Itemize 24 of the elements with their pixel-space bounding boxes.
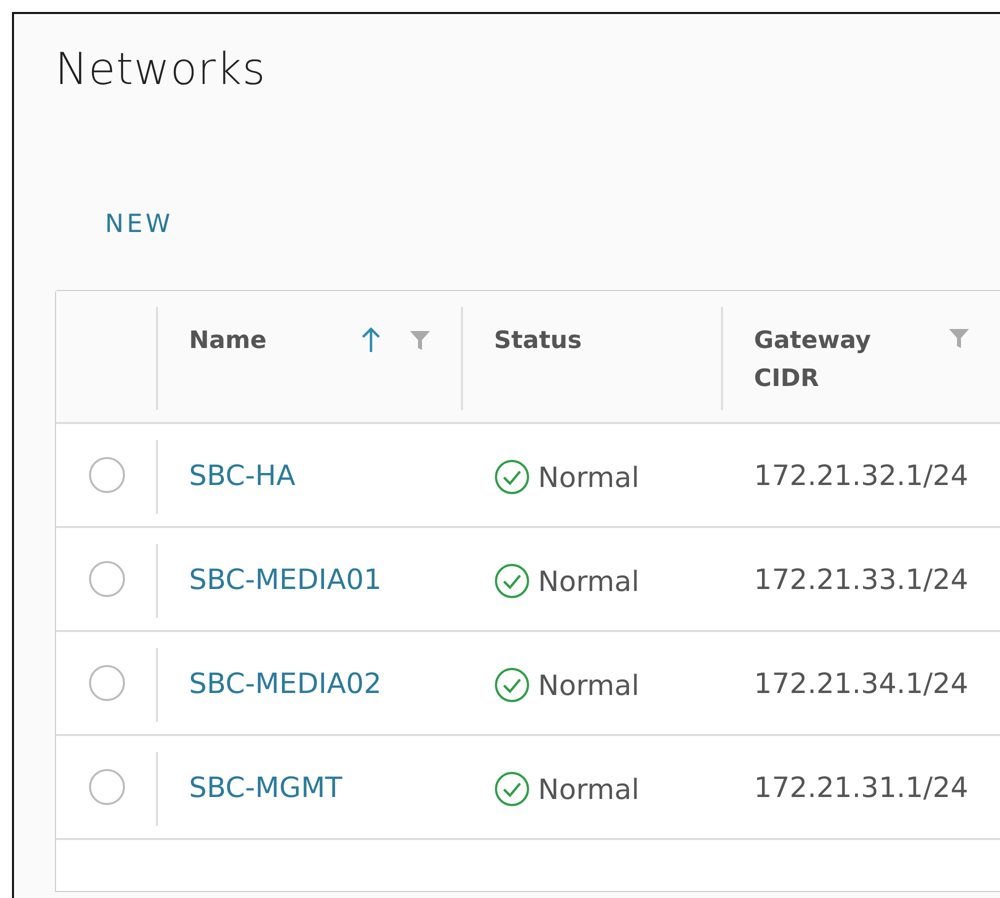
column-header[interactable]: Gateway CIDR	[754, 321, 894, 397]
network-link[interactable]: SBC-MEDIA01	[189, 562, 382, 596]
status-text: Normal	[538, 460, 640, 494]
filter-icon[interactable]	[409, 329, 431, 351]
table-cell: 172.21.33.1/24	[754, 562, 968, 596]
row-radio[interactable]	[89, 457, 125, 493]
arrow-up-icon[interactable]	[361, 327, 381, 353]
column-header[interactable]: Name	[189, 321, 267, 359]
network-link[interactable]: SBC-HA	[189, 458, 296, 492]
network-link[interactable]: SBC-MEDIA02	[189, 666, 382, 700]
network-link[interactable]: SBC-MGMT	[189, 770, 342, 804]
new-button[interactable]: NEW	[91, 201, 188, 246]
status-text: Normal	[538, 668, 640, 702]
page-title: Networks	[55, 44, 267, 95]
row-radio[interactable]	[89, 665, 125, 701]
table-cell: 172.21.31.1/24	[754, 770, 968, 804]
row-radio[interactable]	[89, 769, 125, 805]
filter-icon[interactable]	[948, 327, 970, 349]
status-text: Normal	[538, 772, 640, 806]
table-cell: 172.21.32.1/24	[754, 458, 968, 492]
row-radio[interactable]	[89, 561, 125, 597]
table-cell: 172.21.34.1/24	[754, 666, 968, 700]
status-text: Normal	[538, 564, 640, 598]
column-header[interactable]: Status	[494, 321, 582, 359]
